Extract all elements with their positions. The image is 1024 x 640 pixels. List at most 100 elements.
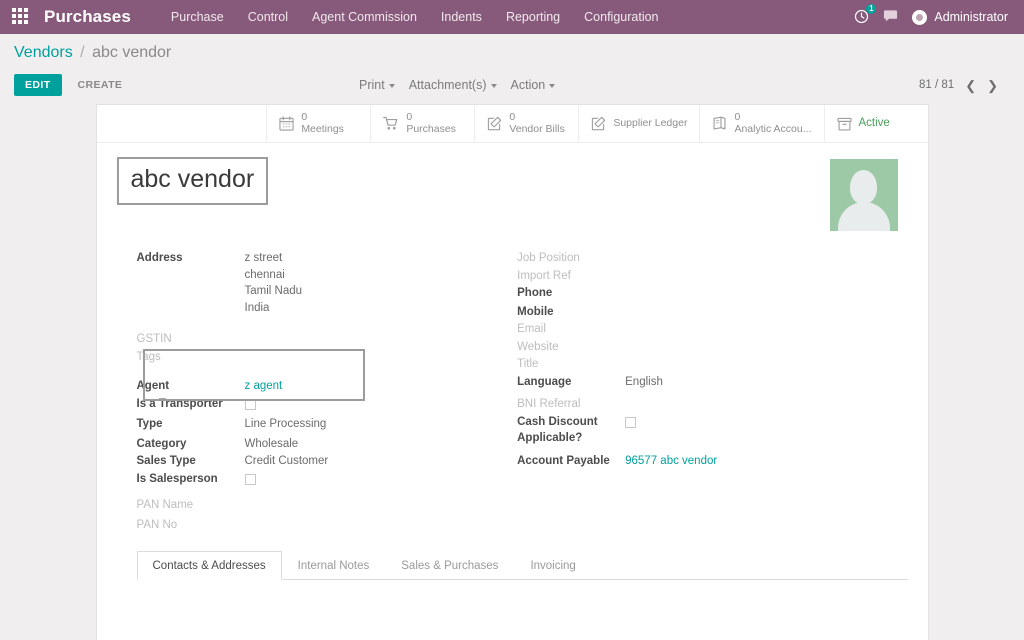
form-sheet: 0 Meetings 0 Purchases	[96, 104, 929, 640]
field-label-import-ref: Import Ref	[517, 267, 625, 285]
stat-button-analytic-accounts[interactable]: 0 Analytic Accou...	[699, 105, 823, 142]
field-type: Type Line Processing	[137, 415, 518, 433]
chevron-right-icon[interactable]: ❯	[987, 79, 998, 92]
field-label-sales-type: Sales Type	[137, 452, 245, 470]
edit-button[interactable]: EDIT	[14, 74, 62, 96]
field-label-bni-referral: BNI Referral	[517, 395, 625, 413]
navbar-right-tools: 1 Administrator	[854, 9, 1014, 26]
field-value-account-payable[interactable]: 96577 abc vendor	[625, 452, 717, 470]
field-value-agent[interactable]: z agent	[245, 377, 283, 395]
menu-item-indents[interactable]: Indents	[429, 4, 494, 30]
archive-box-icon	[837, 117, 852, 131]
menu-item-control[interactable]: Control	[236, 4, 300, 30]
field-label-gstin: GSTIN	[137, 330, 245, 348]
menu-item-purchase[interactable]: Purchase	[159, 4, 236, 30]
field-category: Category Wholesale	[137, 435, 518, 453]
chat-bubble-icon[interactable]	[883, 9, 898, 25]
field-column-right: Job Position Import Ref Phone Mobile	[517, 249, 907, 533]
field-column-left: Address z street chennai Tamil Nadu Indi…	[137, 249, 518, 533]
stat-button-meetings[interactable]: 0 Meetings	[266, 105, 370, 142]
chevron-down-icon	[549, 84, 555, 88]
menu-item-configuration[interactable]: Configuration	[572, 4, 670, 30]
avatar	[912, 10, 927, 25]
stat-text-active: Active	[859, 117, 890, 129]
field-gstin: GSTIN	[137, 330, 518, 348]
tab-sales-and-purchases[interactable]: Sales & Purchases	[385, 551, 514, 580]
avatar-body-shape	[838, 202, 890, 231]
checkbox-is-a-transporter[interactable]	[245, 399, 256, 410]
address-line-state: Tamil Nadu	[245, 283, 303, 300]
tab-invoicing[interactable]: Invoicing	[514, 551, 591, 580]
field-value-is-a-transporter	[245, 395, 256, 416]
field-title: Title	[517, 355, 907, 373]
record-action-dropdowns: Print Attachment(s) Action	[359, 78, 555, 92]
person-placeholder-avatar[interactable]	[830, 159, 898, 231]
stat-value-purchases: 0	[406, 112, 456, 123]
stat-text-supplier-ledger: Supplier Ledger	[613, 118, 687, 129]
stat-text-purchases: 0 Purchases	[406, 112, 456, 135]
address-line-street: z street	[245, 250, 303, 267]
address-line-city: chennai	[245, 267, 303, 284]
notebook-tab-panel	[137, 580, 908, 640]
create-button[interactable]: CREATE	[68, 74, 133, 96]
stat-label-purchases: Purchases	[406, 124, 456, 135]
field-value-address[interactable]: z street chennai Tamil Nadu India	[245, 249, 303, 316]
action-dropdown[interactable]: Action	[511, 78, 556, 92]
stat-label-meetings: Meetings	[301, 124, 344, 135]
field-label-tags: Tags	[137, 348, 245, 366]
field-language: Language English	[517, 373, 907, 391]
menu-item-reporting[interactable]: Reporting	[494, 4, 572, 30]
user-menu[interactable]: Administrator	[912, 10, 1008, 25]
notebook: Contacts & Addresses Internal Notes Sale…	[117, 551, 908, 640]
action-label: Action	[511, 78, 546, 92]
breadcrumb: Vendors / abc vendor	[14, 44, 1010, 70]
chevron-left-icon[interactable]: ❮	[965, 79, 976, 92]
field-value-language[interactable]: English	[625, 373, 663, 391]
field-is-salesperson: Is Salesperson	[137, 470, 518, 491]
print-label: Print	[359, 78, 385, 92]
field-is-a-transporter: Is a Transporter	[137, 395, 518, 416]
field-value-category[interactable]: Wholesale	[245, 435, 299, 453]
field-label-address: Address	[137, 249, 245, 267]
pencil-square-icon	[591, 116, 606, 131]
field-label-language: Language	[517, 373, 625, 391]
stat-button-supplier-ledger[interactable]: Supplier Ledger	[578, 105, 699, 142]
calendar-icon	[279, 116, 294, 131]
pencil-square-icon	[487, 116, 502, 131]
stat-button-purchases[interactable]: 0 Purchases	[370, 105, 474, 142]
field-label-job-position: Job Position	[517, 249, 625, 267]
print-dropdown[interactable]: Print	[359, 78, 395, 92]
checkbox-cash-discount-applicable[interactable]	[625, 417, 636, 428]
stat-text-vendor-bills: 0 Vendor Bills	[509, 112, 564, 135]
stat-button-active[interactable]: Active	[824, 105, 928, 142]
record-pager: 81 / 81 ❮ ❯	[919, 79, 1010, 92]
field-label-mobile: Mobile	[517, 303, 625, 321]
field-label-is-salesperson: Is Salesperson	[137, 470, 245, 488]
attachments-dropdown[interactable]: Attachment(s)	[409, 78, 497, 92]
stat-label-supplier-ledger: Supplier Ledger	[613, 118, 687, 129]
field-value-sales-type[interactable]: Credit Customer	[245, 452, 329, 470]
field-sales-type: Sales Type Credit Customer	[137, 452, 518, 470]
field-tags: Tags	[137, 348, 518, 366]
field-value-type[interactable]: Line Processing	[245, 415, 327, 433]
field-label-agent: Agent	[137, 377, 245, 395]
stat-text-meetings: 0 Meetings	[301, 112, 344, 135]
stat-value-analytic-accounts: 0	[734, 112, 811, 123]
breadcrumb-parent-vendors[interactable]: Vendors	[14, 44, 73, 61]
page-title[interactable]: abc vendor	[131, 165, 255, 193]
checkbox-is-salesperson[interactable]	[245, 474, 256, 485]
field-import-ref: Import Ref	[517, 267, 907, 285]
tab-contacts-and-addresses[interactable]: Contacts & Addresses	[137, 551, 282, 580]
stat-button-vendor-bills[interactable]: 0 Vendor Bills	[474, 105, 578, 142]
clock-activity-icon[interactable]: 1	[854, 9, 869, 26]
tab-internal-notes[interactable]: Internal Notes	[282, 551, 386, 580]
menu-item-agent-commission[interactable]: Agent Commission	[300, 4, 429, 30]
app-brand-title[interactable]: Purchases	[44, 7, 131, 27]
stat-text-analytic-accounts: 0 Analytic Accou...	[734, 112, 811, 135]
breadcrumb-separator: /	[80, 44, 84, 61]
top-navbar: Purchases Purchase Control Agent Commiss…	[0, 0, 1024, 34]
apps-grid-icon[interactable]	[12, 8, 30, 26]
stat-value-vendor-bills: 0	[509, 112, 564, 123]
chevron-down-icon	[389, 84, 395, 88]
field-agent: Agent z agent	[137, 377, 518, 395]
